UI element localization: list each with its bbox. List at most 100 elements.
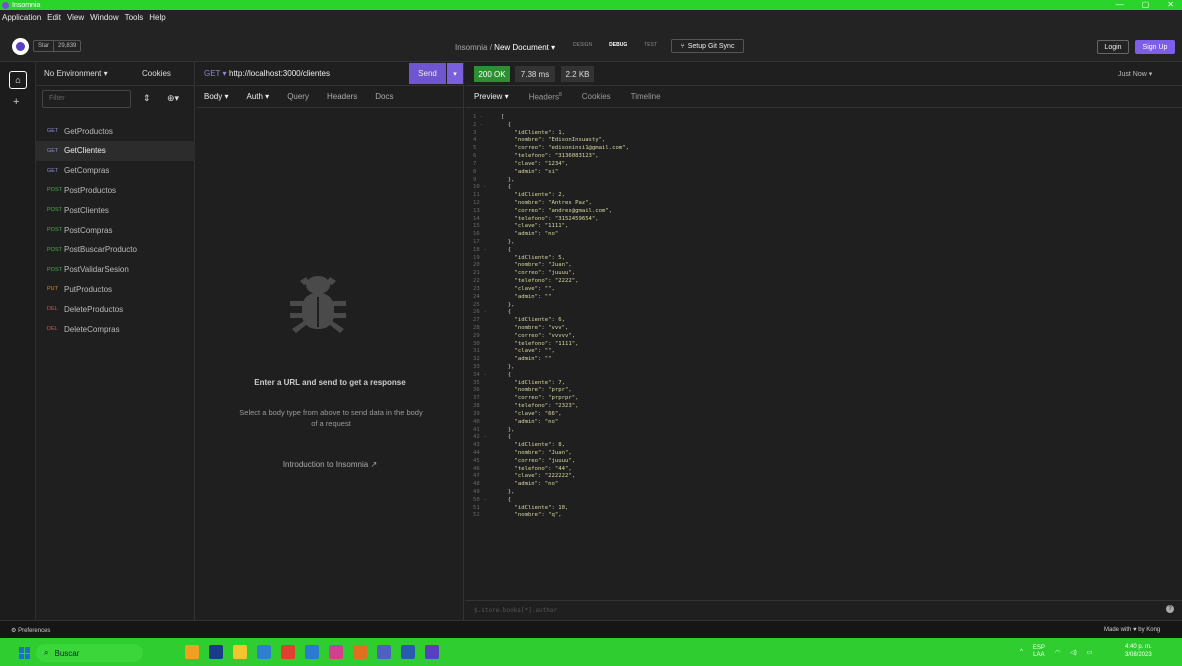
menu-window[interactable]: Window [90, 13, 118, 22]
wifi-icon[interactable]: ◠ [1055, 649, 1060, 656]
help-icon[interactable]: ? [1166, 605, 1174, 613]
signup-button[interactable]: Sign Up [1135, 40, 1175, 54]
sort-icon[interactable]: ⇕ [143, 93, 151, 104]
sidebar-filter-input[interactable]: Filter [42, 90, 131, 108]
taskbar-word-icon[interactable] [401, 645, 415, 659]
send-options-chevron-icon[interactable]: ▾ [447, 63, 463, 84]
line-text: "telefono": "2323", [501, 403, 579, 410]
tab-auth[interactable]: Auth ▾ [246, 92, 269, 101]
taskbar-chrome-icon[interactable] [281, 645, 295, 659]
taskbar-widgets-icon[interactable] [185, 645, 199, 659]
line-text: { [501, 434, 512, 441]
sidebar-request-getclientes[interactable]: GET GetClientes [36, 140, 195, 161]
tab-response-cookies[interactable]: Cookies [582, 92, 611, 101]
line-number: 12 [473, 199, 480, 206]
line-number: 39 [473, 410, 480, 417]
tab-timeline[interactable]: Timeline [631, 92, 661, 101]
sidebar-request-postclientes[interactable]: POST PostClientes [36, 200, 195, 220]
method-select[interactable]: GET ▾ [204, 69, 227, 78]
preferences-button[interactable]: ⚙ Preferences [11, 627, 50, 634]
line-number: 15 [473, 223, 480, 230]
taskbar-sublime-icon[interactable] [353, 645, 367, 659]
response-history[interactable]: Just Now ▾ [1118, 70, 1152, 78]
close-button[interactable]: ✕ [1167, 0, 1174, 10]
system-tray: ^ ESP LAA ◠ ◁) ▭ [1020, 645, 1092, 659]
menu-edit[interactable]: Edit [47, 13, 61, 22]
line-number: 33 [473, 364, 480, 370]
sidebar-request-putproductos[interactable]: PUT PutProductos [36, 279, 195, 299]
tab-body[interactable]: Body ▾ [204, 92, 228, 101]
home-icon[interactable]: ⌂ [9, 71, 27, 89]
mode-debug[interactable]: DEBUG [602, 40, 634, 50]
sidebar-request-postvalidarsesion[interactable]: POST PostValidarSesion [36, 260, 195, 280]
tray-chevron-icon[interactable]: ^ [1020, 649, 1023, 655]
volume-icon[interactable]: ◁) [1070, 649, 1077, 656]
tab-docs[interactable]: Docs [375, 92, 393, 101]
line-text: "idCliente": 7, [501, 379, 565, 386]
line-number: 11 [473, 192, 480, 199]
json-line: 22 "telefono": "2222", [473, 278, 873, 286]
menu-help[interactable]: Help [149, 13, 165, 22]
taskbar-teams-icon[interactable] [377, 645, 391, 659]
battery-icon[interactable]: ▭ [1087, 649, 1093, 656]
minimize-button[interactable]: — [1116, 0, 1124, 10]
line-text: [ [501, 114, 505, 120]
sidebar-request-getcompras[interactable]: GET GetCompras [36, 161, 195, 181]
cookies-button[interactable]: Cookies [142, 69, 171, 78]
taskbar-store-icon[interactable] [257, 645, 271, 659]
taskbar-task-view-icon[interactable] [209, 645, 223, 659]
taskbar-gallery-icon[interactable] [329, 645, 343, 659]
language-indicator[interactable]: ESP LAA [1033, 645, 1045, 659]
mode-test[interactable]: TEST [637, 40, 664, 50]
menu-application[interactable]: Application [2, 13, 41, 22]
breadcrumb: Insomnia / New Document ▾ [455, 43, 555, 52]
line-number: 7 [473, 160, 477, 167]
line-number: 23 [473, 285, 480, 292]
line-number: 10 - [473, 184, 487, 191]
send-button[interactable]: Send [409, 63, 446, 84]
github-star-button[interactable]: Star 29,839 [33, 40, 82, 52]
breadcrumb-app[interactable]: Insomnia [455, 43, 487, 52]
tab-query[interactable]: Query [287, 92, 309, 101]
line-text: "nombre": "Antres Paz", [501, 199, 592, 206]
taskbar-vscode-icon[interactable] [305, 645, 319, 659]
maximize-button[interactable]: ▢ [1142, 0, 1150, 10]
json-line: 18 - { [473, 247, 873, 255]
environment-select[interactable]: No Environment ▾ [44, 69, 108, 78]
add-icon[interactable]: + [13, 96, 19, 108]
taskbar-insomnia-icon[interactable] [425, 645, 439, 659]
tab-preview[interactable]: Preview ▾ [474, 92, 509, 101]
breadcrumb-document[interactable]: New Document ▾ [494, 43, 555, 52]
response-filter-input[interactable]: $.store.books[*].author [465, 600, 1182, 620]
taskbar-search[interactable]: ⌕ Buscar [36, 644, 143, 662]
tab-response-headers[interactable]: Headers8 [529, 92, 562, 102]
sidebar-request-postcompras[interactable]: POST PostCompras [36, 220, 195, 240]
mode-design[interactable]: DESIGN [566, 40, 599, 50]
login-button[interactable]: Login [1097, 40, 1129, 54]
clock[interactable]: 4:40 p. m. 3/08/2023 [1125, 643, 1152, 659]
url-input[interactable]: http://localhost:3000/clientes [229, 69, 330, 78]
git-sync-button[interactable]: ⑂ Setup Git Sync [671, 39, 744, 53]
json-line: 27 "idCliente": 6, [473, 317, 873, 325]
menu-tools[interactable]: Tools [125, 13, 144, 22]
headers-count: 8 [558, 91, 562, 98]
sidebar-request-postbuscarproducto[interactable]: POST PostBuscarProducto [36, 240, 195, 260]
menu-view[interactable]: View [67, 13, 84, 22]
json-line: 46 "telefono": "44", [473, 466, 873, 474]
line-number: 16 [473, 231, 480, 238]
tab-headers[interactable]: Headers [327, 92, 357, 101]
sidebar-request-deleteproductos[interactable]: DEL DeleteProductos [36, 299, 195, 319]
sidebar-request-deletecompras[interactable]: DEL DeleteCompras [36, 319, 195, 339]
request-name: GetClientes [64, 146, 106, 156]
menu-bar: Application Edit View Window Tools Help [0, 10, 1182, 34]
response-json-viewer[interactable]: 1 -[2 - {3 "idCliente": 1, 4 "nombre": "E… [473, 114, 873, 520]
sidebar-request-postproductos[interactable]: POST PostProductos [36, 180, 195, 200]
insomnia-home-logo-icon[interactable] [12, 38, 29, 55]
windows-start-icon[interactable] [19, 647, 31, 659]
intro-link[interactable]: Introduction to Insomnia ↗ [196, 460, 464, 469]
sidebar-request-getproductos[interactable]: GET GetProductos [36, 121, 195, 141]
create-menu-icon[interactable]: ⊕▾ [167, 93, 179, 104]
taskbar-explorer-icon[interactable] [233, 645, 247, 659]
taskbar [0, 638, 1182, 666]
json-line: 42 - { [473, 434, 873, 442]
